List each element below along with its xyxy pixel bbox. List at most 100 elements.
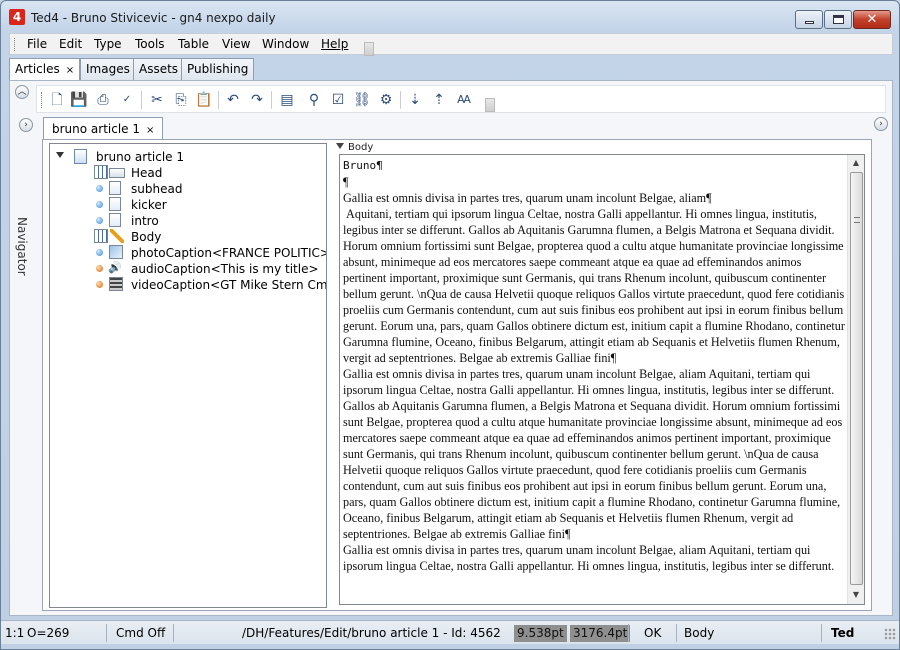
tab-assets-label: Assets — [139, 62, 179, 76]
body-editor[interactable]: Bruno¶ ¶ Gallia est omnis divisa in part… — [339, 154, 865, 605]
find-icon[interactable]: ⚲ — [304, 90, 324, 110]
head-frame-icon — [109, 168, 125, 178]
copy-icon[interactable]: ⎘ — [171, 90, 191, 110]
tab-close-icon[interactable]: × — [66, 65, 74, 76]
tree-item-label: kicker — [131, 198, 167, 212]
toolbar-separator — [218, 91, 219, 109]
scroll-thumb[interactable] — [850, 172, 863, 585]
resize-grip-icon[interactable] — [884, 628, 896, 640]
body-text[interactable]: Bruno¶ ¶ Gallia est omnis divisa in part… — [343, 157, 845, 574]
navigator-strip: › Navigator — [10, 117, 40, 617]
tree-item[interactable]: Head — [50, 165, 320, 181]
spellcheck-icon[interactable]: ✓ — [117, 90, 137, 110]
tab-images[interactable]: Images — [80, 58, 136, 80]
status-separator — [106, 624, 107, 642]
toolbar-overflow-icon[interactable] — [485, 98, 495, 112]
document-area: bruno article 1 Head subhead kicker intr… — [42, 139, 872, 611]
photo-icon — [109, 245, 123, 259]
thumb-grip-icon — [854, 217, 860, 223]
app-logo-icon[interactable]: 4 — [9, 9, 25, 25]
menu-table[interactable]: Table — [178, 37, 209, 51]
body-content[interactable]: ¶ Gallia est omnis divisa in partes tres… — [343, 175, 848, 573]
redo-icon[interactable]: ↷ — [247, 90, 267, 110]
save-icon[interactable]: 💾 — [69, 90, 89, 110]
tree-item-label: audioCaption<This is my title> — [131, 262, 319, 276]
status-dot-icon — [96, 201, 103, 208]
menu-window[interactable]: Window — [262, 37, 309, 51]
tree-item-label: intro — [131, 214, 159, 228]
tools-icon[interactable]: ⚙ — [376, 90, 396, 110]
scroll-down-icon[interactable]: ▼ — [848, 587, 864, 603]
properties-icon[interactable]: ☑ — [328, 90, 348, 110]
tab-articles[interactable]: Articles × — [9, 58, 81, 81]
maximize-button[interactable] — [824, 10, 852, 29]
tab-document[interactable]: bruno article 1 × — [43, 117, 164, 139]
field-label: Body — [348, 142, 374, 153]
layout-icon[interactable]: ▤ — [277, 90, 297, 110]
move-field-icon[interactable]: ⇡ — [429, 90, 449, 110]
tree-item-label: photoCaption<FRANCE POLITIC> — [131, 246, 327, 260]
paste-icon[interactable]: 📋 — [194, 90, 214, 110]
document-tabs: bruno article 1 × — [40, 117, 890, 139]
tab-publishing[interactable]: Publishing — [181, 58, 255, 80]
tree-item-label: subhead — [131, 182, 183, 196]
tree-item[interactable]: subhead — [50, 181, 320, 197]
menu-help[interactable]: Help — [321, 37, 348, 51]
menu-file[interactable]: File — [27, 37, 47, 51]
toolbar-grip-icon[interactable] — [41, 92, 44, 108]
tree-item[interactable]: photoCaption<FRANCE POLITIC> — [50, 245, 326, 261]
navigator-label[interactable]: Navigator — [15, 217, 29, 287]
collapse-field-icon[interactable] — [336, 143, 344, 149]
tree-item[interactable]: intro — [50, 213, 320, 229]
menu-type[interactable]: Type — [94, 37, 122, 51]
expand-navigator-icon[interactable]: › — [19, 118, 33, 132]
new-document-icon[interactable]: 🗋 — [47, 90, 67, 110]
close-button[interactable]: ✕ — [853, 10, 891, 29]
structure-tree: bruno article 1 Head subhead kicker intr… — [49, 143, 327, 608]
command-mode[interactable]: Cmd Off — [116, 625, 165, 642]
text-style-icon[interactable]: Ꜳ — [454, 90, 474, 110]
menu-tools[interactable]: Tools — [135, 37, 165, 51]
toolbar-separator — [141, 91, 142, 109]
author-line[interactable]: Bruno¶ — [343, 159, 383, 172]
minimize-button[interactable] — [795, 10, 823, 29]
document-tab-close-icon[interactable]: × — [146, 125, 154, 136]
undo-icon[interactable]: ↶ — [223, 90, 243, 110]
table-icon — [94, 165, 108, 179]
menu-grip-icon[interactable] — [14, 38, 17, 51]
tab-images-label: Images — [86, 62, 130, 76]
tab-publishing-label: Publishing — [187, 62, 249, 76]
title-bar[interactable]: 4 Ted4 - Bruno Stivicevic - gn4 nexpo da… — [1, 1, 899, 33]
tab-assets[interactable]: Assets — [133, 58, 185, 80]
menu-overflow-icon[interactable] — [364, 42, 374, 56]
cursor-position: 1:1 — [5, 626, 25, 640]
field-header[interactable]: Body — [336, 142, 373, 153]
link-icon[interactable]: ⛓ — [352, 90, 372, 110]
tree-root[interactable]: bruno article 1 — [50, 149, 320, 165]
scroll-up-icon[interactable]: ▲ — [848, 155, 864, 171]
cursor-offset: O=269 — [27, 626, 70, 640]
text-field-icon — [109, 197, 121, 211]
menu-view[interactable]: View — [222, 37, 250, 51]
menu-edit[interactable]: Edit — [59, 37, 82, 51]
tree-item[interactable]: videoCaption<GT Mike Stern Cm> — [50, 277, 326, 293]
cut-icon[interactable]: ✂ — [147, 90, 167, 110]
status-separator — [676, 624, 677, 642]
status-bar: 1:1 O=269 Cmd Off /DH/Features/Edit/brun… — [1, 620, 899, 644]
tree-item[interactable]: kicker — [50, 197, 320, 213]
tree-item[interactable]: 🔊 audioCaption<This is my title> — [50, 261, 320, 277]
status-ok: OK — [644, 626, 662, 640]
print-icon[interactable]: ⎙ — [93, 90, 113, 110]
text-field-icon — [109, 213, 121, 227]
minimize-icon — [805, 21, 814, 24]
collapse-up-icon[interactable]: ︿ — [15, 85, 29, 99]
status-dot-icon — [96, 265, 103, 272]
tree-item[interactable]: Body — [50, 229, 320, 245]
toolbar-separator — [271, 91, 272, 109]
text-field-icon — [109, 181, 121, 195]
font-size-value: 9.538pt — [514, 625, 567, 642]
table-icon — [94, 229, 108, 243]
vertical-scrollbar[interactable]: ▲ ▼ — [847, 155, 864, 604]
expand-arrow-icon[interactable] — [56, 152, 64, 158]
insert-field-icon[interactable]: ⇣ — [405, 90, 425, 110]
